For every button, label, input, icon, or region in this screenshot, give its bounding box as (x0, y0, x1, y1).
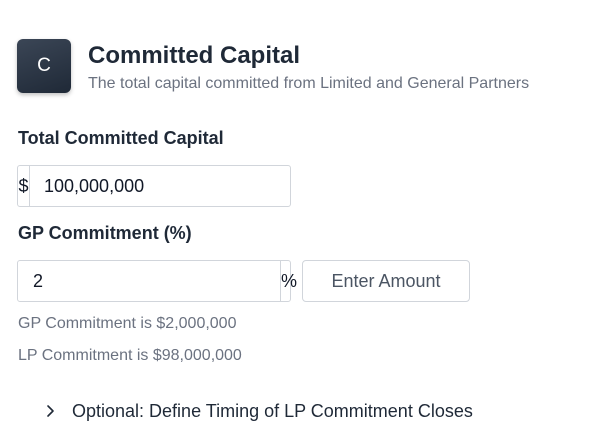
gp-commitment-input-group: % (17, 260, 297, 302)
page-subtitle: The total capital committed from Limited… (88, 75, 530, 92)
header-text: Committed Capital The total capital comm… (88, 41, 529, 94)
avatar-letter: C (37, 55, 51, 76)
page-title: Committed Capital (88, 42, 301, 69)
optional-timing-expander[interactable]: Optional: Define Timing of LP Commitment… (42, 399, 473, 423)
gp-commitment-input[interactable] (18, 261, 280, 301)
section-header: C Committed Capital The total capital co… (17, 39, 529, 94)
optional-timing-label: Optional: Define Timing of LP Commitment… (72, 401, 473, 421)
lp-commitment-summary: LP Commitment is $98,000,000 (18, 347, 242, 364)
chevron-right-icon (42, 399, 62, 423)
avatar: C (17, 39, 71, 93)
total-capital-label: Total Committed Capital (18, 128, 224, 148)
currency-prefix: $ (18, 166, 30, 206)
percent-suffix: % (280, 261, 297, 301)
gp-commitment-label: GP Commitment (%) (18, 223, 192, 243)
gp-commitment-summary: GP Commitment is $2,000,000 (18, 315, 237, 332)
enter-amount-button[interactable]: Enter Amount (302, 260, 470, 302)
total-capital-input-group: $ (17, 165, 291, 207)
total-capital-input[interactable] (30, 166, 290, 206)
